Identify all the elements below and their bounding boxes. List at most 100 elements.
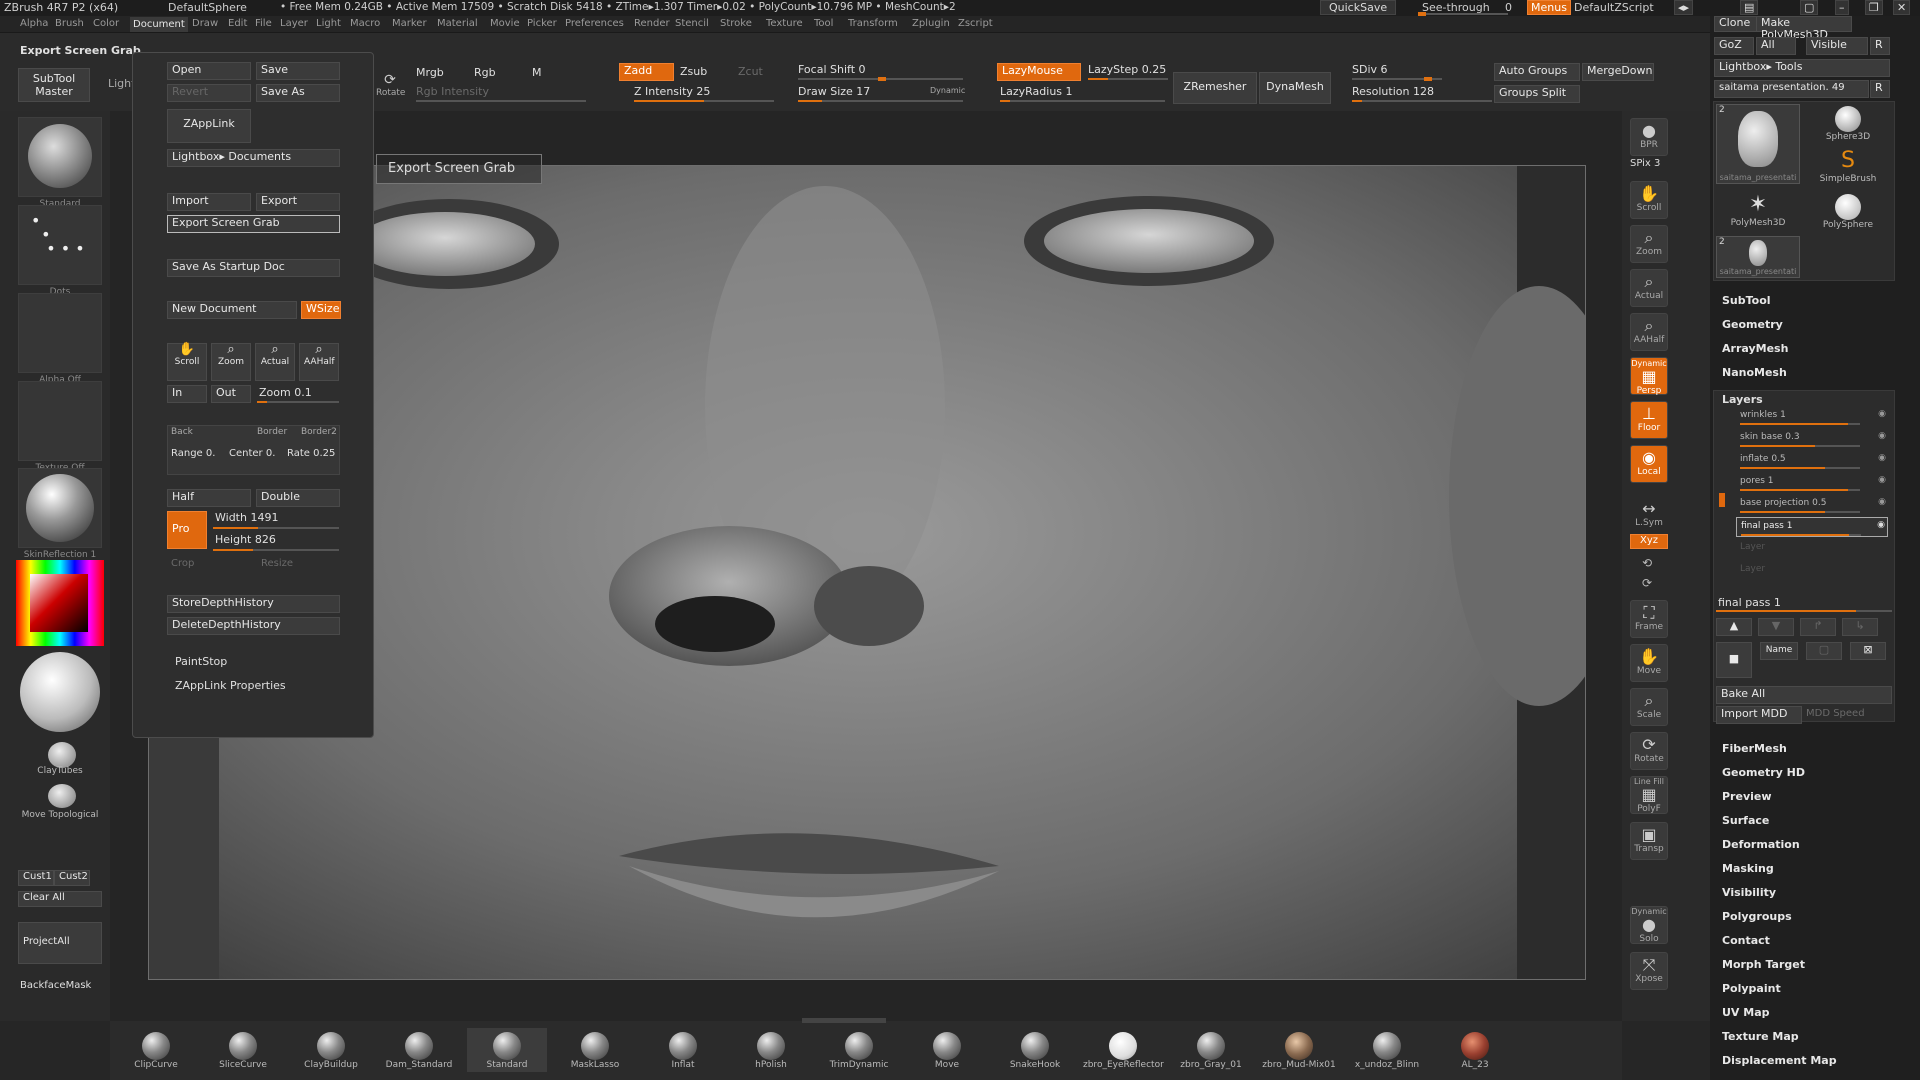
menu-file[interactable]: File bbox=[255, 18, 272, 29]
brush-slicecurve[interactable]: SliceCurve bbox=[203, 1028, 283, 1070]
actual-view-button[interactable]: ⌕ Actual bbox=[1630, 269, 1668, 307]
close-icon[interactable]: ✕ bbox=[1893, 0, 1911, 15]
material-zbro-mud[interactable]: zbro_Mud-Mix01 bbox=[1259, 1028, 1339, 1070]
morph-target-section[interactable]: Morph Target bbox=[1722, 958, 1805, 971]
layer-row-empty[interactable]: Layer bbox=[1736, 539, 1888, 559]
spix-slider[interactable]: SPix 3 bbox=[1630, 158, 1660, 169]
tool-saitama[interactable]: 2 saitama_presentati bbox=[1716, 104, 1800, 184]
m-button[interactable]: M bbox=[532, 66, 542, 79]
texture-thumbnail[interactable]: Texture Off bbox=[18, 381, 102, 473]
groups-split-button[interactable]: Groups Split bbox=[1494, 85, 1580, 103]
texture-map-section[interactable]: Texture Map bbox=[1722, 1030, 1799, 1043]
tool-saitama-2[interactable]: 2 saitama_presentati bbox=[1716, 236, 1800, 278]
transp-button[interactable]: ▣ Transp bbox=[1630, 822, 1668, 860]
preview-section[interactable]: Preview bbox=[1722, 790, 1772, 803]
menu-picker[interactable]: Picker bbox=[527, 18, 557, 29]
material-preview-sphere[interactable] bbox=[20, 652, 100, 732]
import-button[interactable]: Import bbox=[167, 193, 251, 211]
goz-r-button[interactable]: R bbox=[1870, 37, 1890, 55]
eye-icon[interactable]: ◉ bbox=[1878, 431, 1886, 441]
nanomesh-section[interactable]: NanoMesh bbox=[1722, 366, 1787, 379]
layers-title[interactable]: Layers bbox=[1722, 393, 1763, 406]
save-as-button[interactable]: Save As bbox=[256, 84, 340, 102]
resolution-slider[interactable]: Resolution 128 bbox=[1352, 85, 1434, 98]
double-button[interactable]: Double bbox=[256, 489, 340, 507]
brush-inflat[interactable]: Inflat bbox=[643, 1028, 723, 1070]
eye-icon[interactable]: ◉ bbox=[1878, 497, 1886, 507]
lazystep-track[interactable] bbox=[1088, 78, 1168, 80]
layer-row[interactable]: wrinkles 1 ◉ bbox=[1736, 407, 1888, 427]
lazyradius-track[interactable] bbox=[1000, 100, 1165, 102]
scale-button[interactable]: ⌕ Scale bbox=[1630, 688, 1668, 726]
back-button[interactable]: Back bbox=[171, 427, 193, 437]
layer-intensity-track[interactable] bbox=[1716, 610, 1892, 612]
rotate-z-icon[interactable]: ⟳ bbox=[1642, 576, 1652, 590]
fibermesh-section[interactable]: FiberMesh bbox=[1722, 742, 1787, 755]
zoom-in-button[interactable]: In bbox=[167, 385, 207, 403]
layer-up-button[interactable]: ▲ bbox=[1716, 618, 1752, 636]
bottom-collapse-handle[interactable] bbox=[802, 1018, 886, 1023]
menu-draw[interactable]: Draw bbox=[192, 18, 218, 29]
zsub-button[interactable]: Zsub bbox=[680, 65, 707, 78]
layer-row[interactable]: skin base 0.3 ◉ bbox=[1736, 429, 1888, 449]
lock-icon[interactable]: ▢ bbox=[1800, 0, 1819, 15]
menu-macro[interactable]: Macro bbox=[350, 18, 380, 29]
height-slider-track[interactable] bbox=[213, 549, 339, 551]
frame-button[interactable]: ⛶ Frame bbox=[1630, 600, 1668, 638]
material-al-23[interactable]: AL_23 bbox=[1435, 1028, 1515, 1070]
menu-zscript[interactable]: Zscript bbox=[958, 18, 993, 29]
material-thumbnail[interactable]: SkinReflection 1 bbox=[18, 468, 102, 560]
layout-icon[interactable]: ▤ bbox=[1740, 0, 1759, 15]
projectall-button[interactable]: ProjectAll bbox=[18, 922, 102, 964]
resize-button[interactable]: Resize bbox=[261, 558, 293, 569]
range-slider[interactable]: Range 0. bbox=[171, 448, 215, 459]
auto-groups-button[interactable]: Auto Groups bbox=[1494, 63, 1580, 81]
lightbox-tools-button[interactable]: Lightbox▸ Tools bbox=[1714, 59, 1890, 77]
cust2-button[interactable]: Cust2 bbox=[54, 870, 90, 886]
menu-tool[interactable]: Tool bbox=[814, 18, 833, 29]
height-slider[interactable]: Height 826 bbox=[215, 533, 276, 546]
local-button[interactable]: ◉ Local bbox=[1630, 445, 1668, 483]
visibility-section[interactable]: Visibility bbox=[1722, 886, 1776, 899]
xpose-button[interactable]: ⤧ Xpose bbox=[1630, 952, 1668, 990]
actual-button[interactable]: ⌕ Actual bbox=[255, 343, 295, 381]
delete-depth-history-button[interactable]: DeleteDepthHistory bbox=[167, 617, 340, 635]
solo-button[interactable]: Dynamic ● Solo bbox=[1630, 906, 1668, 944]
pro-button[interactable]: Pro bbox=[167, 511, 207, 549]
draw-size-track[interactable] bbox=[798, 100, 963, 102]
eye-icon[interactable]: ◉ bbox=[1878, 475, 1886, 485]
sdiv-slider[interactable]: SDiv 6 bbox=[1352, 63, 1388, 76]
menu-document[interactable]: Document bbox=[130, 17, 188, 32]
backfacemask-button[interactable]: BackfaceMask bbox=[20, 980, 91, 991]
brush-claybuildup[interactable]: ClayBuildup bbox=[291, 1028, 371, 1070]
save-button[interactable]: Save bbox=[256, 62, 340, 80]
alpha-thumbnail[interactable]: Alpha Off bbox=[18, 293, 102, 385]
tool-sphere3d[interactable]: Sphere3D bbox=[1806, 104, 1890, 144]
z-intensity-track[interactable] bbox=[634, 100, 774, 102]
lazyradius-slider[interactable]: LazyRadius 1 bbox=[1000, 85, 1073, 98]
aahalf-button[interactable]: ⌕ AAHalf bbox=[299, 343, 339, 381]
eye-icon[interactable]: ◉ bbox=[1877, 520, 1885, 530]
store-depth-history-button[interactable]: StoreDepthHistory bbox=[167, 595, 340, 613]
material-zbro-gray[interactable]: zbro_Gray_01 bbox=[1171, 1028, 1251, 1070]
menu-render[interactable]: Render bbox=[634, 18, 670, 29]
export-button[interactable]: Export bbox=[256, 193, 340, 211]
zoom-view-button[interactable]: ⌕ Zoom bbox=[1630, 225, 1668, 263]
material-x-undoz-blinn[interactable]: x_undoz_Blinn bbox=[1347, 1028, 1427, 1070]
polyf-button[interactable]: Line Fill ▦ PolyF bbox=[1630, 776, 1668, 814]
brush-hpolish[interactable]: hPolish bbox=[731, 1028, 811, 1070]
rgb-intensity-track[interactable] bbox=[416, 100, 586, 102]
brush-standard[interactable]: Standard bbox=[467, 1028, 547, 1072]
zoom-slider[interactable]: Zoom 0.1 bbox=[259, 386, 312, 399]
menu-edit[interactable]: Edit bbox=[228, 18, 247, 29]
zoom-button[interactable]: ⌕ Zoom bbox=[211, 343, 251, 381]
paintstop-item[interactable]: PaintStop bbox=[175, 655, 227, 668]
dynamic-toggle[interactable]: Dynamic bbox=[930, 86, 965, 95]
save-startup-doc-button[interactable]: Save As Startup Doc bbox=[167, 259, 340, 277]
layer-down-button[interactable]: ▼ bbox=[1758, 618, 1794, 636]
layer-row-empty[interactable]: Layer bbox=[1736, 561, 1888, 581]
revert-button[interactable]: Revert bbox=[167, 84, 251, 102]
default-zscript[interactable]: DefaultZScript bbox=[1574, 1, 1654, 14]
tool-polymesh3d[interactable]: ✶ PolyMesh3D bbox=[1716, 192, 1800, 232]
z-intensity-slider[interactable]: Z Intensity 25 bbox=[634, 85, 710, 98]
